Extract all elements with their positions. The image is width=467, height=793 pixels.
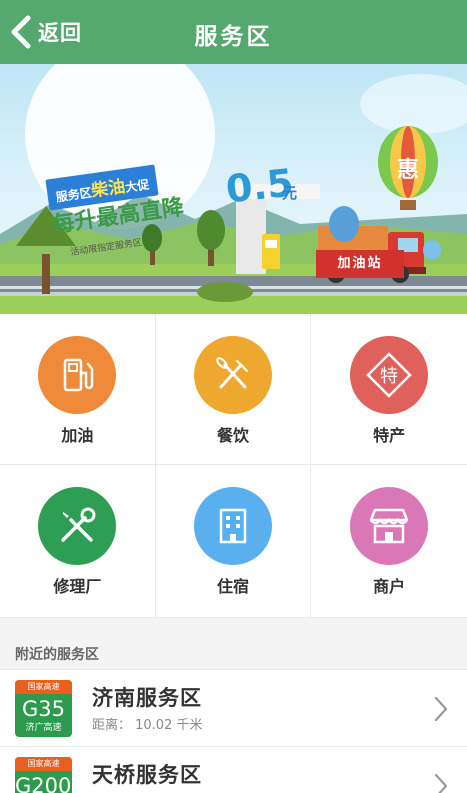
service-circle [193, 336, 272, 414]
promo-banner[interactable]: 服务区柴油大促 每升最高直降 0.5 元 活动限指定服务区 加油站 惠 [0, 64, 467, 314]
highway-badge: 国家高速 G2001 [15, 757, 72, 793]
gas-station-sign: 加油站 [316, 250, 404, 278]
balloon-char: 惠 [396, 158, 419, 183]
list-item[interactable]: 国家高速 G35 济广高速 济南服务区 距离： 10.02 千米 [0, 669, 467, 746]
service-area-name: 济南服务区 [92, 686, 202, 710]
nearby-list: 国家高速 G35 济广高速 济南服务区 距离： 10.02 千米 国家高速 G2… [0, 669, 467, 793]
service-fuel[interactable]: 加油 [0, 314, 156, 465]
service-label: 加油 [61, 426, 94, 445]
service-label: 餐饮 [216, 426, 249, 445]
service-circle: 特 [350, 336, 429, 414]
specialty-icon: 特 [366, 352, 412, 398]
service-label: 住宿 [216, 577, 249, 596]
app-header: 返回 服务区 [0, 0, 467, 64]
wrench-screwdriver-icon [61, 507, 96, 542]
storefront-icon [369, 508, 409, 544]
building-icon [219, 508, 247, 544]
highway-badge: 国家高速 G35 济广高速 [15, 680, 72, 737]
service-area-distance: 距离： 10.02 千米 [92, 718, 203, 733]
promo-tag-suffix: 大促 [124, 177, 151, 195]
badge-top: 国家高速 [15, 757, 72, 771]
nearby-section-title: 附近的服务区 [15, 647, 99, 663]
fork-knife-icon [216, 357, 248, 389]
chevron-right-icon [434, 773, 448, 793]
service-merchant[interactable]: 商户 [311, 465, 467, 618]
service-circle [38, 336, 117, 414]
service-label: 商户 [373, 577, 406, 596]
service-dining[interactable]: 餐饮 [155, 314, 312, 465]
service-circle [38, 487, 117, 565]
badge-code: G2001 [15, 774, 72, 793]
service-circle [350, 487, 429, 565]
badge-code: G35 [22, 697, 65, 721]
service-lodging[interactable]: 住宿 [155, 465, 312, 618]
chevron-right-icon [434, 696, 448, 722]
badge-top: 国家高速 [15, 680, 72, 694]
service-label: 修理厂 [53, 577, 102, 596]
badge-sub: 济广高速 [25, 723, 62, 733]
service-area-name: 天桥服务区 [92, 763, 202, 787]
services-grid: 加油 餐饮 特 特产 修理厂 住宿 商户 [0, 314, 467, 618]
specialty-icon-text: 特 [380, 366, 398, 387]
page-title: 服务区 [194, 24, 273, 50]
service-circle [193, 487, 272, 565]
promo-unit: 元 [282, 184, 298, 202]
service-label: 特产 [373, 426, 406, 445]
service-specialty[interactable]: 特 特产 [311, 314, 467, 465]
list-item[interactable]: 国家高速 G2001 天桥服务区 [0, 746, 467, 793]
fuel-pump-icon [64, 358, 94, 392]
service-repair[interactable]: 修理厂 [0, 465, 156, 618]
